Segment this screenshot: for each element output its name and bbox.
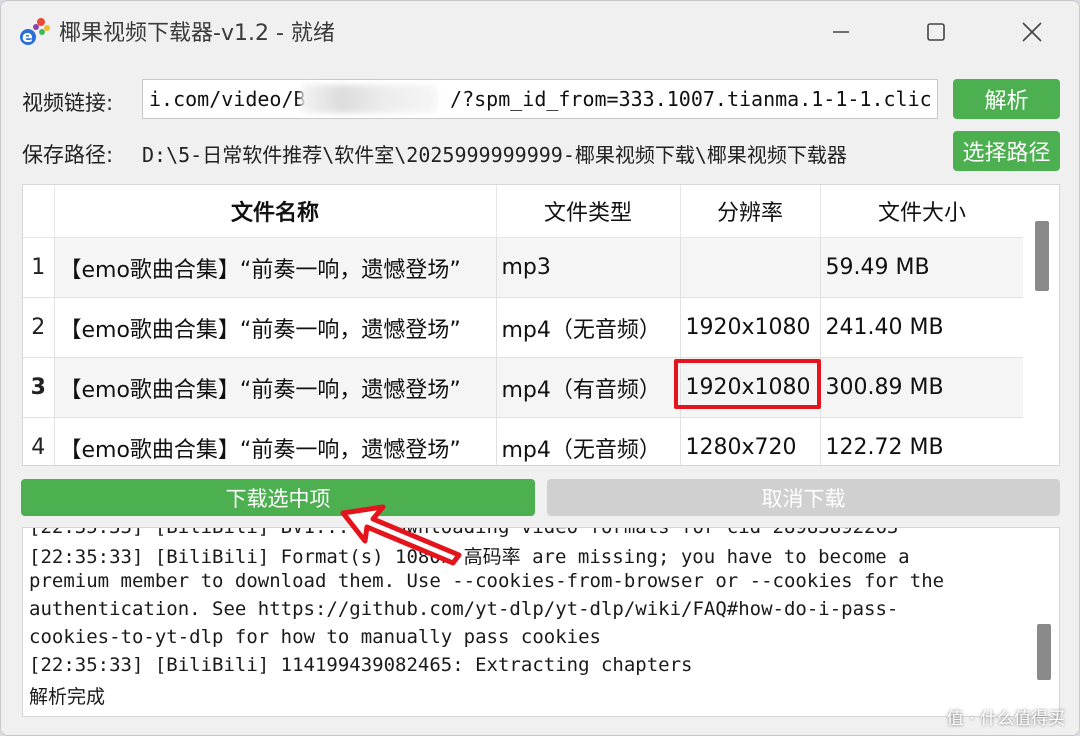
table-row[interactable]: 4 【emo歌曲合集】“前奏一响，遗憾登场” mp4（无音频） 1280x720… [23, 417, 1025, 465]
file-size-cell[interactable]: 122.72 MB [820, 417, 1025, 465]
log-line: premium member to download them. Use --c… [29, 570, 945, 592]
svg-text:e: e [22, 27, 33, 46]
file-name-cell[interactable]: 【emo歌曲合集】“前奏一响，遗憾登场” [54, 357, 497, 418]
maximize-icon [927, 23, 945, 41]
table-row[interactable]: 2 【emo歌曲合集】“前奏一响，遗憾登场” mp4（无音频） 1920x108… [23, 297, 1025, 358]
file-table: 文件名称 文件类型 分辨率 文件大小 1 【emo歌曲合集】“前奏一响，遗憾登场… [22, 184, 1060, 466]
log-scrollbar-thumb[interactable] [1037, 624, 1051, 680]
file-type-cell[interactable]: mp3 [496, 237, 681, 298]
watermark-text: 值 · 什么值得买 [946, 709, 1065, 729]
path-label: 保存路径: [22, 143, 114, 167]
table-row-selected[interactable]: 3 【emo歌曲合集】“前奏一响，遗憾登场” mp4（有音频） 1920x108… [23, 357, 1025, 418]
url-input[interactable] [142, 79, 938, 119]
minimize-button[interactable] [819, 15, 863, 49]
column-header-size[interactable]: 文件大小 [820, 185, 1025, 238]
table-corner [23, 185, 55, 238]
file-type-cell[interactable]: mp4（有音频） [496, 357, 681, 418]
resolution-cell[interactable]: 1280x720 [680, 417, 821, 465]
row-number[interactable]: 1 [23, 237, 55, 298]
column-header-type[interactable]: 文件类型 [496, 185, 681, 238]
save-path-value: D:\5-日常软件推荐\软件室\2025999999999-椰果视频下载\椰果视… [142, 143, 847, 167]
watermark: 值 · 什么值得买 [947, 704, 1065, 729]
column-header-name[interactable]: 文件名称 [54, 185, 497, 238]
resolution-cell[interactable]: 1920x1080 [680, 297, 821, 358]
file-size-cell[interactable]: 59.49 MB [820, 237, 1025, 298]
resolution-highlight-box [674, 359, 821, 409]
resolution-cell[interactable] [680, 237, 821, 298]
maximize-button[interactable] [914, 15, 958, 49]
redaction-blur [301, 85, 437, 113]
choose-path-button[interactable]: 选择路径 [953, 131, 1060, 171]
minimize-icon [833, 31, 849, 33]
title-bar: e 椰果视频下载器-v1.2 - 就绪 [1, 1, 1079, 63]
table-scrollbar-thumb[interactable] [1035, 221, 1049, 291]
file-size-cell[interactable]: 241.40 MB [820, 297, 1025, 358]
file-table-grid: 文件名称 文件类型 分辨率 文件大小 1 【emo歌曲合集】“前奏一响，遗憾登场… [23, 185, 1025, 465]
log-line: cookies-to-yt-dlp for how to manually pa… [29, 626, 601, 648]
log-line: 解析完成 [29, 686, 106, 708]
log-line: [22:35:33] [BiliBili] 114199439082465: E… [29, 654, 693, 676]
row-number[interactable]: 3 [23, 357, 55, 418]
table-scrollbar[interactable] [1023, 185, 1059, 465]
app-window: e 椰果视频下载器-v1.2 - 就绪 视频链接: 解析 保存路径: D:\5-… [0, 0, 1080, 736]
file-type-cell[interactable]: mp4（无音频） [496, 297, 681, 358]
app-logo-icon: e [20, 18, 50, 46]
row-number[interactable]: 2 [23, 297, 55, 358]
parse-button[interactable]: 解析 [953, 79, 1060, 119]
url-label: 视频链接: [22, 91, 114, 115]
close-button[interactable] [1010, 15, 1054, 49]
log-output: [22:35:33] [BiliBili] BV1... : Downloadi… [22, 527, 1060, 717]
log-scrollbar[interactable] [1031, 528, 1059, 716]
cancel-download-button[interactable]: 取消下载 [547, 479, 1060, 516]
column-header-resolution[interactable]: 分辨率 [680, 185, 821, 238]
file-name-cell[interactable]: 【emo歌曲合集】“前奏一响，遗憾登场” [54, 237, 497, 298]
table-row[interactable]: 1 【emo歌曲合集】“前奏一响，遗憾登场” mp3 59.49 MB [23, 237, 1025, 298]
file-name-cell[interactable]: 【emo歌曲合集】“前奏一响，遗憾登场” [54, 417, 497, 465]
file-size-cell[interactable]: 300.89 MB [820, 357, 1025, 418]
close-icon [1022, 22, 1042, 42]
file-name-cell[interactable]: 【emo歌曲合集】“前奏一响，遗憾登场” [54, 297, 497, 358]
file-type-cell[interactable]: mp4（无音频） [496, 417, 681, 465]
log-line: authentication. See https://github.com/y… [29, 598, 899, 620]
window-title: 椰果视频下载器-v1.2 - 就绪 [59, 21, 335, 46]
row-number[interactable]: 4 [23, 417, 55, 465]
red-arrow-annotation [340, 504, 462, 566]
